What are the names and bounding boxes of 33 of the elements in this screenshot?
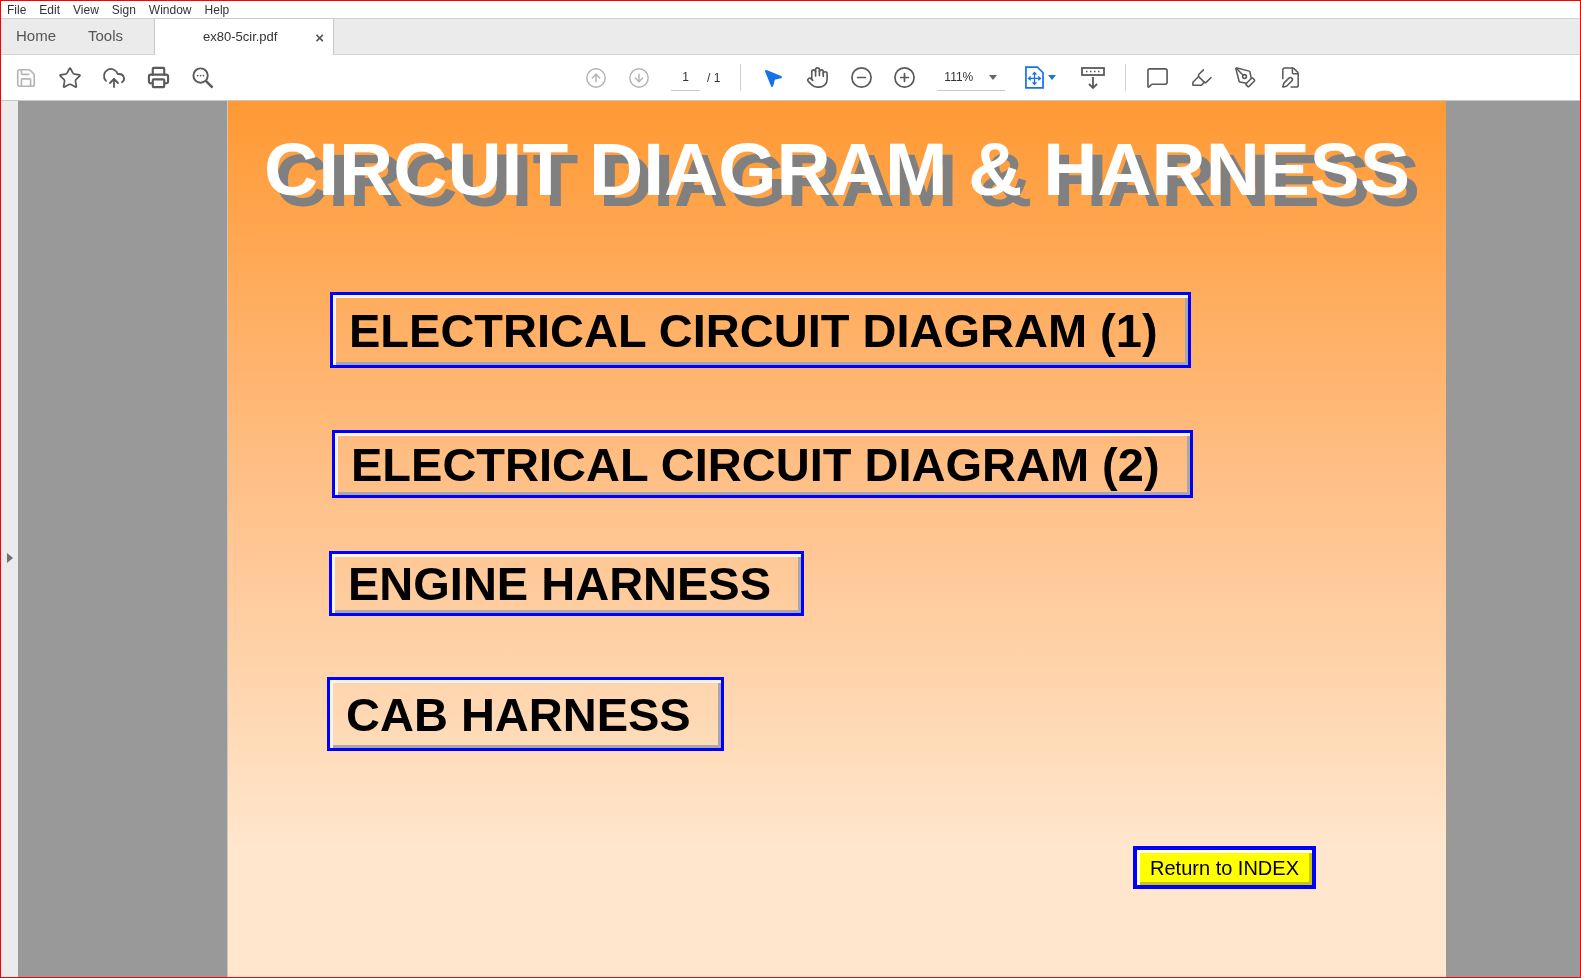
tab[interactable]: ex80-5cir.pdf × [154, 18, 334, 55]
section-link-button[interactable]: CAB HARNESS [327, 677, 724, 751]
print-icon[interactable] [146, 66, 170, 89]
page-number-field[interactable]: 1 [671, 64, 700, 91]
menu-item[interactable]: Edit [39, 3, 61, 16]
star-icon[interactable] [58, 65, 82, 90]
scroll-mode-icon[interactable] [1081, 66, 1106, 89]
comment-icon[interactable] [1145, 66, 1169, 89]
expand-arrow-icon[interactable] [6, 553, 13, 563]
search-icon[interactable] [190, 66, 214, 89]
menu-item[interactable]: View [73, 3, 99, 16]
zoom-field[interactable]: 111% [937, 64, 1006, 91]
section-link-button[interactable]: ENGINE HARNESS [329, 551, 805, 616]
zoom-in-icon[interactable] [892, 66, 916, 89]
menu-item[interactable]: Help [204, 3, 230, 16]
zoom-out-icon[interactable] [849, 66, 873, 89]
hand-icon[interactable] [805, 66, 829, 89]
pen-nib-icon[interactable] [1233, 66, 1257, 89]
fit-page-icon[interactable] [1025, 66, 1045, 89]
tab[interactable]: Home [1, 18, 73, 54]
menu-item[interactable]: Sign [111, 3, 136, 16]
section-link-button[interactable]: ELECTRICAL CIRCUIT DIAGRAM (2) [332, 430, 1193, 498]
close-tab-button[interactable]: × [313, 29, 326, 45]
menu-item[interactable]: Window [148, 3, 192, 16]
caret-icon[interactable] [989, 74, 998, 80]
caret-icon[interactable] [1048, 75, 1057, 80]
tab[interactable]: Tools [73, 18, 154, 54]
section-link-button[interactable]: ELECTRICAL CIRCUIT DIAGRAM (1) [330, 292, 1191, 368]
menu-item[interactable]: File [7, 3, 27, 16]
cloud-upload-icon[interactable] [102, 65, 126, 90]
return-button[interactable]: Return to INDEX [1133, 846, 1316, 889]
highlighter-icon[interactable] [1189, 66, 1213, 89]
page-count-label: / 1 [707, 69, 721, 87]
